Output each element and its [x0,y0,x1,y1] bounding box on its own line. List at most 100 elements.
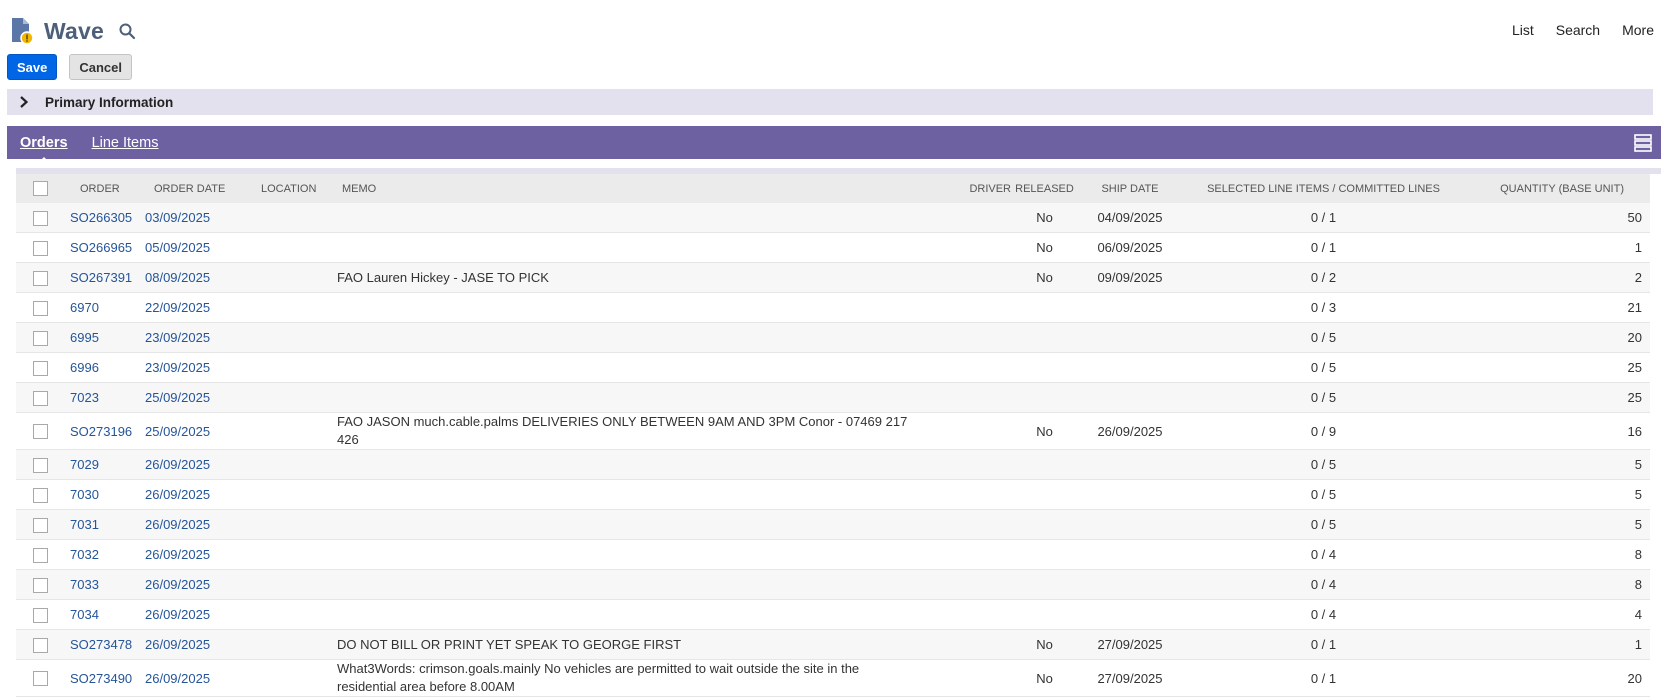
cell-memo: What3Words: crimson.goals.mainly No vehi… [337,659,909,697]
row-checkbox[interactable] [33,457,48,473]
order-link[interactable]: SO267391 [70,270,132,285]
order-date-link[interactable]: 26/09/2025 [145,671,210,686]
row-checkbox[interactable] [33,270,48,286]
list-link[interactable]: List [1512,22,1534,38]
more-menu[interactable]: More [1622,22,1654,38]
cell-ship-date: 27/09/2025 [1074,629,1186,660]
cell-ship-date [1074,322,1186,353]
cell-order: 7023 [70,382,145,413]
order-date-link[interactable]: 22/09/2025 [145,300,210,315]
order-link[interactable]: 6970 [70,300,99,315]
order-date-link[interactable]: 26/09/2025 [145,577,210,592]
row-checkbox[interactable] [33,671,48,687]
order-link[interactable]: 7030 [70,487,99,502]
column-header-order-date[interactable]: ORDER DATE [145,174,256,203]
row-checkbox[interactable] [33,390,48,406]
cell-selected-committed: 0 / 5 [1186,449,1461,480]
cell-driver [909,569,1015,600]
order-date-link[interactable]: 26/09/2025 [145,517,210,532]
cell-selected-committed: 0 / 5 [1186,352,1461,383]
subtab-bar: Orders Line Items [7,126,1661,163]
cell-ship-date: 04/09/2025 [1074,203,1186,233]
row-select-cell [16,479,70,510]
order-date-link[interactable]: 26/09/2025 [145,487,210,502]
table-row: SO266305 03/09/2025 No 04/09/2025 0 / 1 50 [16,203,1650,233]
row-checkbox[interactable] [33,577,48,593]
order-date-link[interactable]: 03/09/2025 [145,210,210,225]
order-date-link[interactable]: 23/09/2025 [145,360,210,375]
column-header-ship-date[interactable]: SHIP DATE [1074,174,1186,203]
order-link[interactable]: SO273196 [70,424,132,439]
order-date-link[interactable]: 26/09/2025 [145,637,210,652]
order-link[interactable]: SO266305 [70,210,132,225]
row-checkbox[interactable] [33,210,48,226]
order-link[interactable]: SO266965 [70,240,132,255]
cancel-button[interactable]: Cancel [69,54,133,80]
table-row: 7031 26/09/2025 0 / 55 [16,509,1650,540]
row-checkbox[interactable] [33,637,48,653]
order-link[interactable]: SO273490 [70,671,132,686]
order-date-link[interactable]: 26/09/2025 [145,607,210,622]
cell-order: SO266305 [70,203,145,233]
cell-ship-date [1074,449,1186,480]
row-checkbox[interactable] [33,517,48,533]
order-link[interactable]: 7029 [70,457,99,472]
column-header-order[interactable]: ORDER [70,174,145,203]
cell-released [1015,479,1074,510]
order-date-link[interactable]: 25/09/2025 [145,390,210,405]
column-header-memo[interactable]: MEMO [337,174,909,203]
cell-memo [337,292,909,323]
row-checkbox[interactable] [33,607,48,623]
list-view-icon[interactable] [1634,134,1652,152]
tab-line-items[interactable]: Line Items [92,135,159,151]
order-date-link[interactable]: 26/09/2025 [145,547,210,562]
primary-information-section[interactable]: Primary Information [7,89,1653,115]
cell-memo: DO NOT BILL OR PRINT YET SPEAK TO GEORGE… [337,629,909,660]
row-checkbox[interactable] [33,300,48,316]
order-link[interactable]: 7034 [70,607,99,622]
order-link[interactable]: 7031 [70,517,99,532]
row-checkbox[interactable] [33,330,48,346]
order-link[interactable]: 7023 [70,390,99,405]
column-header-driver[interactable]: DRIVER [909,174,1015,203]
select-all-checkbox[interactable] [33,181,48,196]
wave-record-icon [10,17,34,45]
column-header-quantity[interactable]: QUANTITY (BASE UNIT) [1461,174,1650,203]
cell-order-date: 25/09/2025 [145,412,256,450]
tab-orders[interactable]: Orders [20,135,68,163]
column-header-location[interactable]: LOCATION [256,174,337,203]
order-link[interactable]: 7032 [70,547,99,562]
cell-memo: FAO JASON much.cable.palms DELIVERIES ON… [337,412,909,450]
search-link[interactable]: Search [1556,22,1600,38]
save-button[interactable]: Save [7,54,58,80]
order-link[interactable]: SO273478 [70,637,132,652]
chevron-right-icon[interactable] [19,96,33,108]
order-link[interactable]: 6996 [70,360,99,375]
cell-order-date: 26/09/2025 [145,599,256,630]
cell-selected-committed: 0 / 4 [1186,569,1461,600]
order-date-link[interactable]: 05/09/2025 [145,240,210,255]
row-checkbox[interactable] [33,240,48,256]
order-date-link[interactable]: 25/09/2025 [145,424,210,439]
cell-quantity: 21 [1461,292,1650,323]
action-buttons: Save Cancel [7,54,133,80]
order-date-link[interactable]: 26/09/2025 [145,457,210,472]
cell-released [1015,352,1074,383]
cell-released: No [1015,412,1074,450]
order-date-link[interactable]: 08/09/2025 [145,270,210,285]
order-link[interactable]: 7033 [70,577,99,592]
row-select-cell [16,539,70,570]
cell-driver [909,659,1015,697]
order-date-link[interactable]: 23/09/2025 [145,330,210,345]
column-header-selected-committed[interactable]: SELECTED LINE ITEMS / COMMITTED LINES [1186,174,1461,203]
row-checkbox[interactable] [33,547,48,563]
row-checkbox[interactable] [33,360,48,376]
search-icon[interactable] [118,22,136,40]
row-checkbox[interactable] [33,487,48,503]
order-link[interactable]: 6995 [70,330,99,345]
cell-order: SO273196 [70,412,145,450]
cell-ship-date [1074,539,1186,570]
cell-order-date: 26/09/2025 [145,479,256,510]
column-header-released[interactable]: RELEASED [1015,174,1074,203]
row-checkbox[interactable] [33,424,48,440]
